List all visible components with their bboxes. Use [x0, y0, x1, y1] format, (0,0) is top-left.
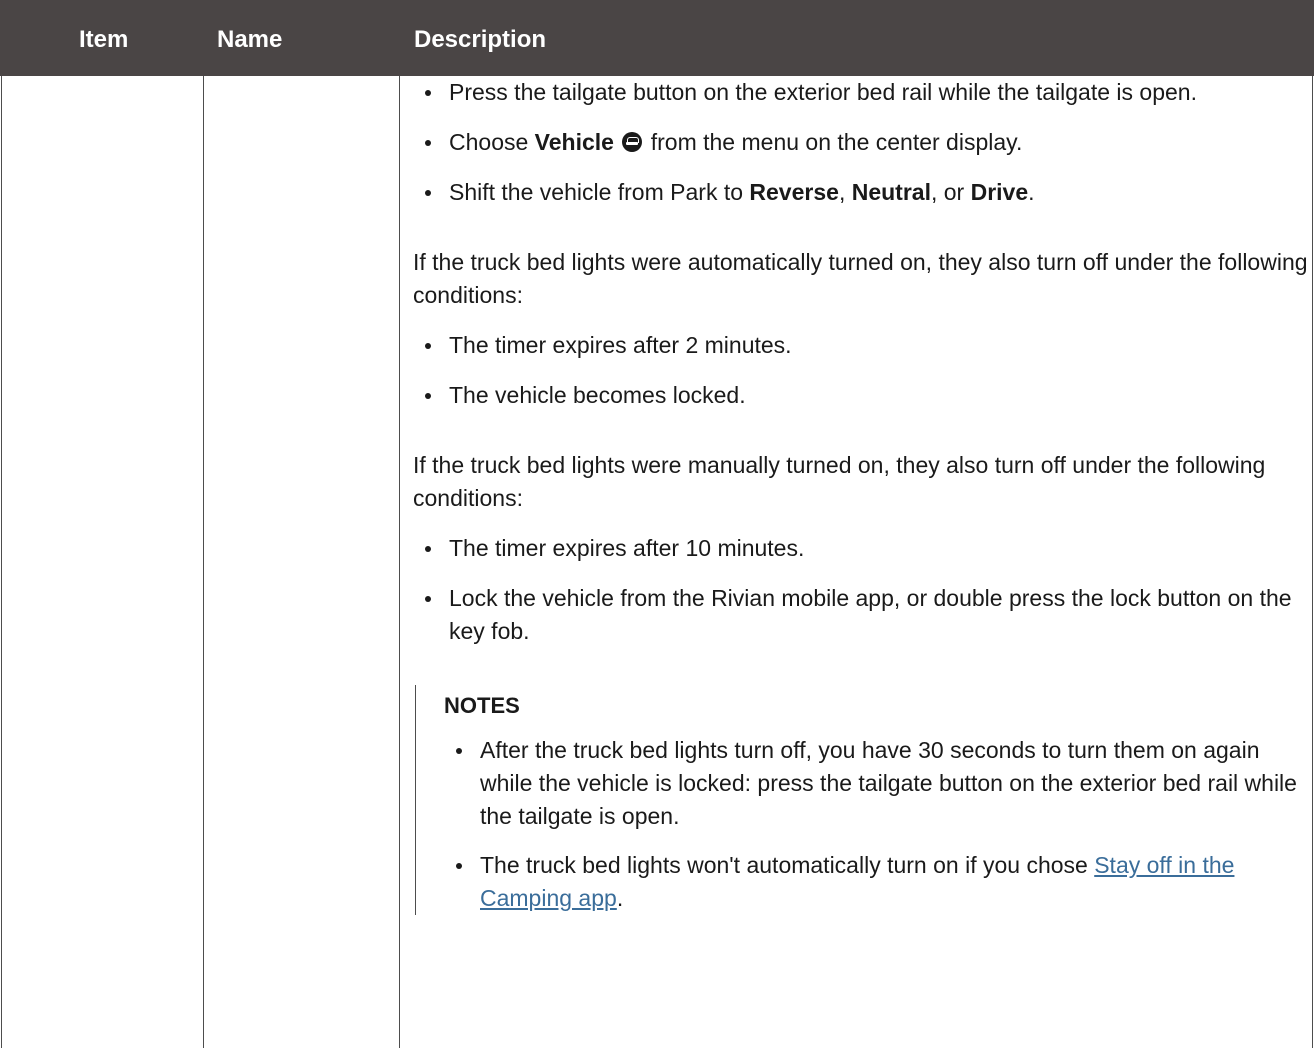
- list-item: Shift the vehicle from Park to Reverse , …: [413, 176, 1308, 209]
- notes-box: NOTES After the truck bed lights turn of…: [415, 685, 1308, 915]
- header-name: Name: [217, 26, 283, 53]
- text: ,: [838, 179, 852, 205]
- text: .: [1028, 179, 1035, 205]
- cell-border-item: [203, 76, 204, 1048]
- list-item: Press the tailgate button on the exterio…: [413, 76, 1308, 109]
- list-item: The timer expires after 10 minutes.: [413, 532, 1308, 565]
- text: The truck bed lights won't automatically…: [480, 852, 1095, 878]
- spec-table: Item Name Description Press the tailgate…: [0, 0, 1314, 1048]
- list-item: The truck bed lights won't automatically…: [444, 849, 1308, 915]
- text: .: [616, 885, 624, 911]
- gear-drive: Drive: [970, 179, 1029, 205]
- description-cell: Press the tailgate button on the exterio…: [413, 76, 1308, 931]
- list-item: Lock the vehicle from the Rivian mobile …: [413, 582, 1308, 648]
- vehicle-icon: [622, 132, 643, 152]
- manual-conditions-list: The timer expires after 10 minutes. Lock…: [413, 532, 1308, 648]
- auto-conditions-list: The timer expires after 2 minutes. The v…: [413, 329, 1308, 412]
- list-item: The vehicle becomes locked.: [413, 379, 1308, 412]
- text: Choose: [449, 129, 535, 155]
- text: from the menu on the center display.: [644, 129, 1023, 155]
- auto-lights-paragraph: If the truck bed lights were automatical…: [413, 249, 1308, 308]
- list-item: Choose Vehicle from the menu on the cent…: [413, 126, 1308, 159]
- turn-off-actions-list: Press the tailgate button on the exterio…: [413, 76, 1308, 209]
- table-header: Item Name Description: [0, 0, 1314, 76]
- list-item: The timer expires after 2 minutes.: [413, 329, 1308, 362]
- cell-border-left: [1, 76, 2, 1048]
- notes-list: After the truck bed lights turn off, you…: [444, 734, 1308, 915]
- header-item: Item: [79, 26, 129, 53]
- manual-lights-paragraph: If the truck bed lights were manually tu…: [413, 452, 1266, 511]
- cell-border-name: [399, 76, 400, 1048]
- gear-reverse: Reverse: [749, 179, 839, 205]
- list-item: After the truck bed lights turn off, you…: [444, 734, 1308, 833]
- cell-border-right: [1312, 76, 1313, 1048]
- vehicle-label: Vehicle: [534, 129, 614, 155]
- header-description: Description: [414, 26, 547, 53]
- gear-neutral: Neutral: [851, 179, 931, 205]
- text: Shift the vehicle from Park to: [449, 179, 750, 205]
- text: , or: [930, 179, 971, 205]
- notes-title: NOTES: [444, 693, 520, 718]
